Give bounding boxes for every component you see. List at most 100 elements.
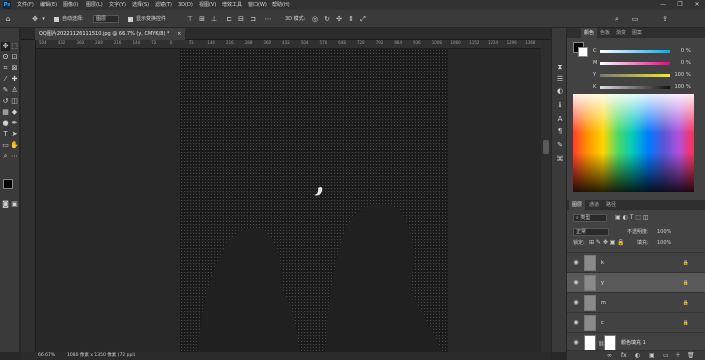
slider-track-m[interactable] <box>600 62 670 65</box>
rectangle-tool-icon[interactable]: ▭ <box>1 141 10 150</box>
paragraph-panel-icon[interactable]: ¶ <box>555 126 565 136</box>
new-group-icon[interactable]: ▭ <box>663 352 669 360</box>
tab-color[interactable]: 颜色 <box>581 28 598 38</box>
search-icon[interactable]: ⌕ <box>612 14 622 24</box>
close-icon[interactable]: ✕ <box>689 0 705 10</box>
menu-file[interactable]: 文件(F) <box>17 1 34 9</box>
zoom-tool-icon[interactable]: ⌕ <box>1 152 10 161</box>
restore-icon[interactable]: ❐ <box>672 0 688 10</box>
share-icon[interactable]: ⇪ <box>660 14 670 24</box>
tab-channels[interactable]: 通道 <box>586 200 602 210</box>
lasso-tool-icon[interactable]: ʘ <box>1 53 10 62</box>
close-tab-icon[interactable]: × <box>177 31 181 37</box>
slider-track-c[interactable] <box>600 50 670 53</box>
menu-window[interactable]: 窗口(W) <box>248 1 267 9</box>
history-panel-icon[interactable]: ⧗ <box>555 62 565 72</box>
slider-track-k[interactable] <box>600 86 670 89</box>
eye-icon[interactable]: ◉ <box>572 339 580 347</box>
layer-name[interactable]: 颜色填充 1 <box>621 339 646 347</box>
layer-row[interactable]: ◉ k 🔒 <box>567 252 705 272</box>
more-options-icon[interactable]: ⋯ <box>263 14 273 24</box>
menu-type[interactable]: 文字(Y) <box>109 1 126 9</box>
align-right-icon[interactable]: ⊐ <box>248 14 258 24</box>
tab-swatches[interactable]: 色板 <box>597 28 613 38</box>
eraser-tool-icon[interactable]: ◫ <box>10 97 19 106</box>
eye-icon[interactable]: ◉ <box>572 279 580 287</box>
layer-name[interactable]: y <box>601 279 604 287</box>
menu-help[interactable]: 帮助(H) <box>272 1 290 9</box>
menu-image[interactable]: 图像(I) <box>63 1 78 9</box>
slider-track-y[interactable] <box>600 74 670 77</box>
3d-slide-icon[interactable]: ⇕ <box>346 14 356 24</box>
move-tool-icon[interactable]: ✥ <box>1 42 10 51</box>
menu-layer[interactable]: 图层(L) <box>86 1 103 9</box>
menu-filter[interactable]: 滤镜(T) <box>155 1 172 9</box>
menu-edit[interactable]: 编辑(E) <box>40 1 57 9</box>
auto-select-checkbox[interactable] <box>54 17 59 22</box>
eye-icon[interactable]: ◉ <box>572 319 580 327</box>
opacity-value[interactable]: 100% <box>657 229 671 235</box>
zoom-level[interactable]: 66.67% <box>38 352 55 360</box>
chevron-down-icon[interactable]: ▾ <box>41 14 46 24</box>
align-vcenter-icon[interactable]: ⊞ <box>197 14 207 24</box>
align-left-icon[interactable]: ⊏ <box>224 14 234 24</box>
info-panel-icon[interactable]: ℹ <box>555 100 565 110</box>
3d-orbit-icon[interactable]: ◎ <box>310 14 320 24</box>
move-tool-icon[interactable]: ✥ <box>30 14 40 24</box>
layer-filter-icons[interactable]: ▣ ◐ T ⬚ ◫ <box>615 214 649 222</box>
type-tool-icon[interactable]: T <box>1 130 10 139</box>
tab-gradients[interactable]: 渐变 <box>613 28 629 38</box>
paths-panel-icon[interactable]: ⌘ <box>555 154 565 164</box>
panel-background-swatch[interactable] <box>578 47 588 57</box>
blend-mode-dropdown[interactable]: 正常 <box>573 228 609 236</box>
eyedropper-tool-icon[interactable]: ⁄ <box>1 75 10 84</box>
menu-view[interactable]: 视图(V) <box>199 1 216 9</box>
lock-icons[interactable]: ⊞ ✎ ✥ ▣ 🔒 <box>589 239 625 247</box>
layer-row[interactable]: ◉ m 🔒 <box>567 292 705 312</box>
eye-icon[interactable]: ◉ <box>572 299 580 307</box>
layer-kind-filter[interactable]: ⌕ 类型 <box>573 214 607 222</box>
minimize-icon[interactable]: — <box>655 0 671 10</box>
3d-scale-icon[interactable]: ⤢ <box>358 14 368 24</box>
menu-3d[interactable]: 3D(D) <box>178 1 193 9</box>
tab-paths[interactable]: 路径 <box>603 200 619 210</box>
align-top-icon[interactable]: ⊤ <box>185 14 195 24</box>
new-layer-icon[interactable]: ＋ <box>675 352 681 360</box>
frame-tool-icon[interactable]: ⊠ <box>10 64 19 73</box>
scrollbar-thumb[interactable] <box>543 140 549 154</box>
adjustments-panel-icon[interactable]: ◐ <box>555 86 565 96</box>
3d-roll-icon[interactable]: ↻ <box>322 14 332 24</box>
layer-row[interactable]: ◉ y 🔒 <box>567 272 705 292</box>
layer-row[interactable]: ◉ ⛓ 颜色填充 1 <box>567 332 705 352</box>
layer-name[interactable]: k <box>601 259 604 267</box>
document-tab[interactable]: QQ图片20221126111510.jpg @ 66.7% (y, CMYK/… <box>35 28 186 40</box>
photoshop-logo-icon[interactable]: Ps <box>3 1 11 9</box>
eye-icon[interactable]: ◉ <box>572 259 580 267</box>
clone-stamp-tool-icon[interactable]: ♙ <box>10 86 19 95</box>
slider-value-y[interactable]: 100 <box>670 72 684 78</box>
spot-healing-tool-icon[interactable]: ✚ <box>10 75 19 84</box>
document-image[interactable] <box>180 49 448 352</box>
screen-mode-icon[interactable]: ▣ <box>10 200 19 209</box>
history-brush-tool-icon[interactable]: ↺ <box>1 97 10 106</box>
document-info[interactable]: 1080 像素 x 1350 像素 (72 ppi) <box>67 352 135 360</box>
foreground-color-swatch[interactable] <box>3 179 13 189</box>
slider-value-c[interactable]: 0 <box>670 48 684 54</box>
show-transform-checkbox[interactable] <box>128 17 133 22</box>
add-mask-icon[interactable]: ▣ <box>649 352 655 360</box>
align-hcenter-icon[interactable]: ⊟ <box>236 14 246 24</box>
quick-select-tool-icon[interactable]: ⊡ <box>10 53 19 62</box>
home-icon[interactable]: ⌂ <box>3 14 13 24</box>
gradient-tool-icon[interactable]: ▦ <box>1 108 10 117</box>
delete-layer-icon[interactable]: 🗑 <box>687 352 695 360</box>
more-tools-icon[interactable]: ⋯ <box>10 152 19 161</box>
layer-row[interactable]: ◉ c 🔒 <box>567 312 705 332</box>
layer-name[interactable]: m <box>601 299 606 307</box>
pen-tool-icon[interactable]: ✒ <box>10 119 19 128</box>
3d-pan-icon[interactable]: ✣ <box>334 14 344 24</box>
crop-tool-icon[interactable]: ⌗ <box>1 64 10 73</box>
menu-plugins[interactable]: 增效工具 <box>222 1 242 9</box>
slider-value-m[interactable]: 0 <box>670 60 684 66</box>
link-layers-icon[interactable]: ∞ <box>607 352 612 360</box>
quick-mask-icon[interactable]: ◙ <box>1 200 10 209</box>
